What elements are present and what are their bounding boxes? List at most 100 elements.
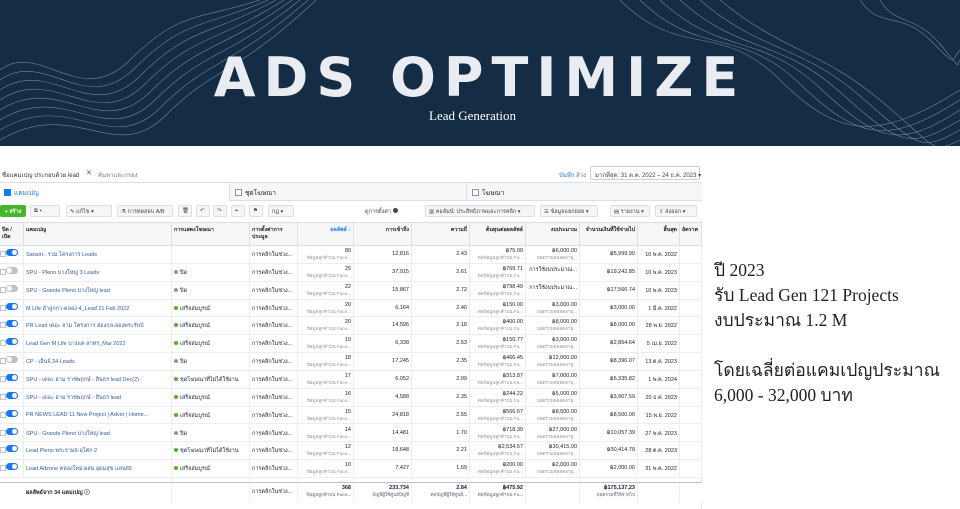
cell-cpr: ฿769.71 ต่อข้อมูลลูกค้าบน Fa... (470, 263, 526, 281)
cell-end-value: 27 พ.ค. 2023 (645, 430, 677, 437)
columns-dropdown[interactable]: ▥ คอลัมน์: ประสิทธิภาพและการคลิก ▾ (425, 205, 535, 217)
table-row[interactable]: SPU - เดอะ ฮาม ราชพฤกษ์ - สินธร lead เสร็… (0, 388, 702, 407)
ab-test-button[interactable]: ⚗ การทดสอบ A/B (117, 205, 173, 217)
view-setup-toggle[interactable]: ดูการตั้งค่า (365, 208, 398, 216)
cell-bid: การคลิกในช่วง... (250, 281, 298, 299)
tab-campaigns[interactable]: แคมเปญ (0, 183, 230, 201)
redo-icon[interactable]: ↷ (213, 205, 227, 217)
tag-icon[interactable]: ⌖ (231, 205, 245, 217)
col-header-rate[interactable]: อัตราค (680, 223, 702, 245)
cell-name[interactable]: Sansiri - รวม โครงการ Leads (24, 246, 172, 263)
date-range-picker[interactable]: มากที่สุด: 31 ต.ค. 2022 – 24 ธ.ค. 2023 ▾ (590, 166, 701, 180)
campaign-toggle[interactable] (6, 463, 18, 471)
summary-range: 6,000 - 32,000 บาท (714, 385, 853, 405)
col-header-ends[interactable]: สิ้นสุด (638, 223, 680, 245)
cell-cpr: ฿2,534.57 ต่อข้อมูลลูกค้าบน Fa... (470, 442, 526, 460)
table-row[interactable]: M Life ลำลูกกา-คลอง 4_Lead 21 Feb 2022 เส… (0, 299, 702, 318)
filter-chip[interactable]: ชื่อแคมเปญ ประกอบด้วย lead (2, 170, 79, 180)
totals-results: 368 ข้อมูลลูกค้าบน Face... (298, 483, 354, 502)
tab-campaigns-label: แคมเปญ (14, 190, 39, 197)
campaign-toggle[interactable] (6, 427, 18, 435)
campaign-toggle[interactable] (6, 266, 18, 274)
edit-button[interactable]: ✎ แก้ไข ▾ (66, 205, 112, 217)
cell-results-sub: ข้อมูลลูกค้าบน Face... (306, 379, 351, 385)
cell-freq-value: 2.61 (456, 268, 467, 275)
table-row[interactable]: SPU - Pleno บางใหญ่ 3 Leads ปิด การคลิกในช… (0, 263, 702, 282)
table-row[interactable]: Sansiri - รวม โครงการ Leads การคลิกในช่วง… (0, 246, 702, 264)
campaign-toggle[interactable] (6, 356, 18, 364)
cell-name[interactable]: SPU - Pleno บางใหญ่ 3 Leads (24, 263, 172, 281)
col-header-amount-spent[interactable]: จำนวนเงินที่ใช้จ่ายไป (580, 223, 638, 245)
create-button[interactable]: + สร้าง (0, 205, 26, 217)
table-row[interactable]: SPU - Grande Pleno บางใหญ่ lead ปิด การคลิ… (0, 424, 702, 443)
cell-cpr-sub: ต่อข้อมูลลูกค้าบน Fa... (477, 362, 523, 368)
table-row[interactable]: SPU - เดอะ ฮาม ราชพฤกษ์ - สินธร lead Dec… (0, 370, 702, 389)
campaign-toggle[interactable] (6, 391, 18, 399)
campaign-toggle[interactable] (6, 302, 18, 310)
col-header-onoff[interactable]: ปิด / เปิด (0, 223, 24, 245)
rules-button[interactable]: กฎ ▾ (268, 205, 294, 217)
trash-icon[interactable]: 🗑 (178, 205, 192, 217)
cell-reach: 4,588 (354, 388, 412, 406)
cell-results-value: 15 (344, 408, 351, 415)
undo-icon[interactable]: ↶ (196, 205, 210, 217)
cell-freq-value: 2.55 (456, 411, 467, 418)
cell-name[interactable]: SPU - เดอะ ฮาม ราชพฤกษ์ - สินธร lead Dec… (24, 370, 172, 388)
label-icon[interactable]: ⚑ (249, 205, 263, 217)
campaign-toggle[interactable] (6, 320, 18, 328)
reports-dropdown[interactable]: ▤ รายงาน ▾ (610, 205, 650, 217)
col-header-frequency[interactable]: ความถี่ (412, 223, 470, 245)
col-header-cost-per-result[interactable]: ต้นทุนต่อผลลัพธ์ (470, 223, 526, 245)
tab-ads[interactable]: โฆษณา (468, 183, 702, 201)
duplicate-button[interactable]: ⧉ ▾ (30, 205, 60, 217)
clear-filter-button[interactable]: ล้าง (576, 170, 586, 180)
cell-spent: ฿8,396.07 (580, 353, 638, 370)
campaign-toggle[interactable] (6, 445, 18, 453)
campaign-toggle[interactable] (6, 284, 18, 292)
cell-results-sub: ข้อมูลลูกค้าบน Face... (306, 415, 351, 421)
col-header-campaign[interactable]: แคมเปญ (24, 223, 172, 245)
col-header-results[interactable]: ผลลัพธ์ ↓ (298, 223, 354, 245)
cell-name[interactable]: SPU - Grande Pleno บางใหญ่ lead (24, 424, 172, 442)
cell-end-value: 28 พ.ย. 2022 (645, 323, 677, 330)
table-row[interactable]: Lead Pleno พระราม9-อโศก 2 ชุดโฆษณาที่ไม่ไ… (0, 442, 702, 461)
col-header-reach[interactable]: การเข้าถึง (354, 223, 412, 245)
search-input[interactable]: ค้นหาและกรอง (98, 170, 138, 180)
cell-cpr: ฿466.45 ต่อข้อมูลลูกค้าบน Fa... (470, 353, 526, 370)
cell-name[interactable]: PR NEWS LEAD 11 New Project | Adver | Ho… (24, 406, 172, 424)
campaign-toggle[interactable] (6, 373, 18, 381)
table-row[interactable]: PR Lead เดอะ ฮาม โครงการ ฮ่องกุล-ลองพระร… (0, 317, 702, 336)
cell-bid-value: การคลิกในช่วง... (252, 287, 293, 294)
summary-budget: งบประมาณ 1.2 M (714, 310, 848, 330)
campaign-toggle[interactable] (6, 409, 18, 417)
tab-adsets[interactable]: ชุดโฆษณา (231, 183, 467, 201)
cell-name[interactable]: SPU - เดอะ ฮาม ราชพฤกษ์ - สินธร lead (24, 388, 172, 406)
campaign-toggle[interactable] (6, 338, 18, 346)
col-header-bid[interactable]: การตั้งค่าการประมูล (250, 223, 298, 245)
cell-freq: 2.43 (412, 246, 470, 263)
cell-end: 5 เม.ย. 2022 (638, 335, 680, 353)
table-row[interactable]: CP - เอ็นจ์ 24 Leads ปิด การคลิกในช่วง... 1… (0, 353, 702, 371)
totals-frequency: 2.84 ต่อบัญชีผู้ใช้ศูนย์... (412, 483, 470, 502)
cell-name[interactable]: Lead Adzone คลองใหม่ ผสม อุดมสุข แลน65 (24, 460, 172, 478)
save-filter-button[interactable]: บันทึก (559, 170, 575, 180)
table-row[interactable]: SPU - Grande Pleno บางใหญ่ lead ปิด การคลิ… (0, 281, 702, 300)
col-header-budget[interactable]: งบประมาณ (526, 223, 580, 245)
cell-name[interactable]: PR Lead เดอะ ฮาม โครงการ ฮ่องกุล-ลองพระร… (24, 317, 172, 335)
campaign-toggle[interactable] (6, 249, 18, 256)
cell-delivery-value: ปิด (180, 287, 188, 294)
cell-name[interactable]: CP - เอ็นจ์ 24 Leads (24, 353, 172, 370)
cell-end-value: 13 ต.ค. 2023 (645, 359, 677, 366)
cell-spent: ฿5,999.90 (580, 246, 638, 263)
table-row[interactable]: PR NEWS LEAD 11 New Project | Adver | Ho… (0, 406, 702, 425)
cell-name[interactable]: SPU - Grande Pleno บางใหญ่ lead (24, 281, 172, 299)
table-row[interactable]: Lead Adzone คลองใหม่ ผสม อุดมสุข แลน65 เส… (0, 460, 702, 479)
breakdown-dropdown[interactable]: ☰ ข้อมูลแยกย่อย ▾ (540, 205, 598, 217)
cell-name[interactable]: Lead Pleno พระราม9-อโศก 2 (24, 442, 172, 460)
cell-name[interactable]: M Life ลำลูกกา-คลอง 4_Lead 21 Feb 2022 (24, 299, 172, 317)
cell-name[interactable]: Lead Gen M Life บางแค สาทร_Mar 2022 (24, 335, 172, 353)
close-icon[interactable]: ✕ (86, 169, 92, 177)
table-row[interactable]: Lead Gen M Life บางแค สาทร_Mar 2022 เสร็จ… (0, 335, 702, 354)
export-button[interactable]: ⇪ ส่งออก ▾ (655, 205, 697, 217)
col-header-delivery[interactable]: การแสดงโฆษณา (172, 223, 250, 245)
